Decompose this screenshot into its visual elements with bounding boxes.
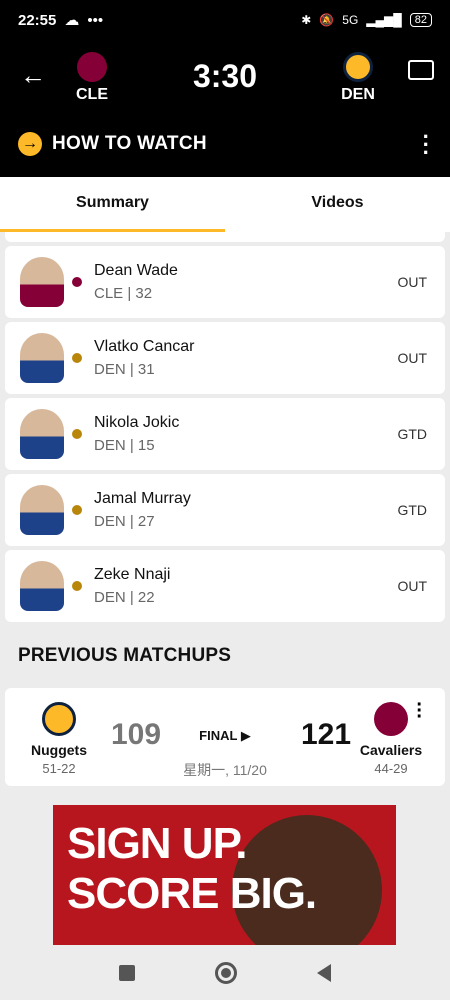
recents-icon[interactable] [119, 965, 135, 981]
player-status: OUT [397, 274, 427, 290]
team-name: Cavaliers [359, 742, 423, 758]
player-info: Dean Wade CLE | 32 [94, 262, 178, 302]
list-item[interactable]: Nikola Jokic DEN | 15 GTD [5, 398, 445, 470]
mute-icon: 🔕 [319, 13, 335, 27]
arrow-right-icon: → [18, 132, 42, 156]
injury-list: Dean Wade CLE | 32 OUT Vlatko Cancar DEN… [5, 232, 445, 626]
ad-line2: SCORE BIG. [67, 869, 317, 918]
player-info: Zeke Nnaji DEN | 22 [94, 566, 170, 606]
bluetooth-icon: ✱ [301, 13, 312, 27]
more-options-icon[interactable]: · · · [416, 695, 423, 727]
previous-matchup-card[interactable]: Nuggets 51-22 109 FINAL ▶ 121 Cavaliers … [5, 688, 445, 786]
player-name: Zeke Nnaji [94, 566, 171, 583]
player-meta: DEN | 27 [94, 513, 155, 530]
player-info: Nikola Jokic DEN | 15 [94, 414, 179, 454]
system-nav-bar [0, 946, 450, 1000]
network-label: 5G [342, 13, 359, 27]
battery-icon: 82 [409, 13, 432, 27]
list-item[interactable]: Zeke Nnaji DEN | 22 OUT [5, 550, 445, 622]
ad-text: SIGN UP. SCORE BIG. [67, 819, 317, 919]
cavaliers-logo-icon [374, 702, 408, 736]
player-meta: CLE | 32 [94, 285, 153, 302]
player-avatar [20, 485, 64, 535]
back-icon[interactable] [317, 964, 331, 982]
tab-summary[interactable]: Summary [0, 177, 225, 232]
nuggets-logo-icon [343, 52, 373, 82]
team-logo-icon [72, 581, 82, 591]
player-name: Vlatko Cancar [94, 338, 195, 355]
player-avatar [20, 333, 64, 383]
status-left: 22:55 ☁ ••• [18, 11, 104, 30]
ad-banner[interactable]: SIGN UP. SCORE BIG. [53, 805, 396, 945]
player-status: OUT [397, 578, 427, 594]
home-icon[interactable] [215, 962, 237, 984]
tab-bar: Summary Videos [0, 177, 450, 232]
team-name: Nuggets [31, 742, 87, 758]
ad-line1: SIGN UP. [67, 819, 247, 868]
player-info: Vlatko Cancar DEN | 31 [94, 338, 195, 378]
player-status: OUT [397, 350, 427, 366]
list-item[interactable]: Vlatko Cancar DEN | 31 OUT [5, 322, 445, 394]
list-item[interactable]: Jamal Murray DEN | 27 GTD [5, 474, 445, 546]
previous-matchups-title: PREVIOUS MATCHUPS [18, 645, 232, 666]
status-bar: 22:55 ☁ ••• ✱ 🔕 5G ▂▄▆█ 82 [0, 0, 450, 40]
player-status: GTD [397, 426, 427, 442]
player-meta: DEN | 22 [94, 589, 155, 606]
player-meta: DEN | 31 [94, 361, 155, 378]
away-team-abbr: DEN [341, 86, 375, 103]
right-score: 121 [301, 718, 352, 751]
away-team[interactable]: DEN [328, 52, 388, 104]
team-logo-icon [72, 277, 82, 287]
list-item[interactable]: Dean Wade CLE | 32 OUT [5, 246, 445, 318]
player-name: Nikola Jokic [94, 414, 180, 431]
matchup-date: 星期一, 11/20 [183, 762, 267, 778]
player-name: Jamal Murray [94, 490, 191, 507]
status-right: ✱ 🔕 5G ▂▄▆█ 82 [301, 13, 432, 27]
player-meta: DEN | 15 [94, 437, 155, 454]
team-logo-icon [72, 353, 82, 363]
player-status: GTD [397, 502, 427, 518]
game-header: ← CLE 3:30 DEN → HOW TO WATCH · · · [0, 40, 450, 177]
player-avatar [20, 257, 64, 307]
how-to-watch-button[interactable]: → HOW TO WATCH [18, 132, 207, 156]
cloud-icon: ☁ [64, 12, 80, 29]
more-options-icon[interactable]: · · · [423, 126, 430, 164]
team-logo-icon [72, 429, 82, 439]
clipped-card [5, 232, 445, 242]
player-avatar [20, 561, 64, 611]
player-info: Jamal Murray DEN | 27 [94, 490, 191, 530]
status-dots: ••• [87, 11, 104, 29]
cast-icon[interactable] [408, 60, 434, 80]
how-to-watch-label: HOW TO WATCH [52, 133, 207, 154]
status-time: 22:55 [18, 11, 57, 29]
player-avatar [20, 409, 64, 459]
team-logo-icon [72, 505, 82, 515]
player-name: Dean Wade [94, 262, 178, 279]
tab-videos[interactable]: Videos [225, 177, 450, 232]
signal-icon: ▂▄▆█ [366, 13, 402, 27]
